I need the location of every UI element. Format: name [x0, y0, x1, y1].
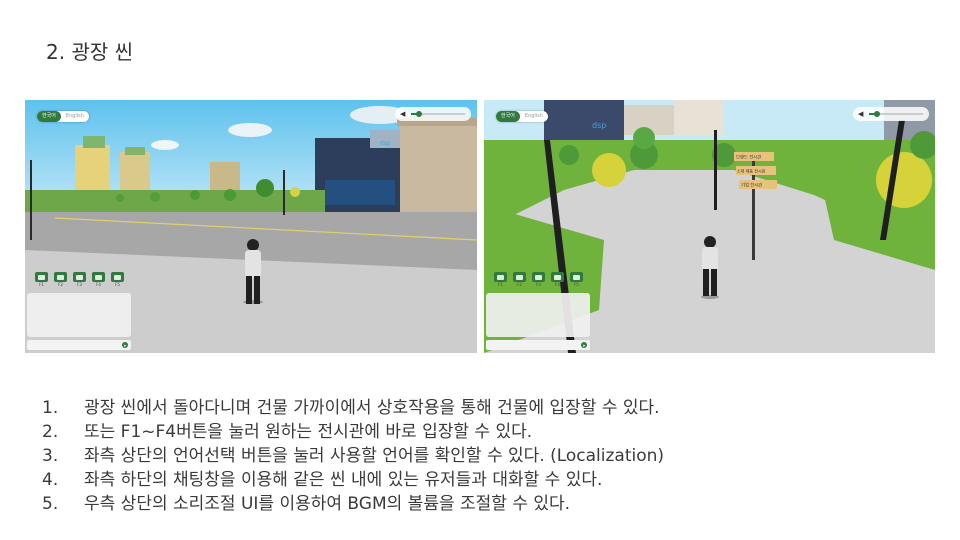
- dsp-sign: dsp: [380, 140, 391, 147]
- chat-log[interactable]: [486, 293, 590, 337]
- list-item: 2. 또는 F1~F4버튼을 눌러 원하는 전시관에 바로 입장할 수 있다.: [42, 422, 533, 442]
- building-icon: [513, 272, 526, 282]
- language-option-korean[interactable]: 한국어: [37, 111, 61, 122]
- language-selector[interactable]: 한국어 English: [37, 111, 89, 122]
- list-item: 5. 우측 상단의 소리조절 UI를 이용하여 BGM의 볼륨을 조절할 수 있다…: [42, 494, 571, 514]
- building-icon: [551, 272, 564, 282]
- send-icon[interactable]: ➤: [122, 342, 128, 348]
- volume-slider[interactable]: [869, 111, 923, 117]
- send-icon[interactable]: ➤: [581, 342, 587, 348]
- speaker-icon: ◀: [400, 110, 406, 118]
- hall-shortcut-bar: F1 F2 F3 F4 F5: [35, 272, 124, 287]
- f2-button[interactable]: F2: [513, 272, 526, 287]
- f5-button[interactable]: F5: [570, 272, 583, 287]
- volume-knob[interactable]: [874, 111, 881, 117]
- volume-slider[interactable]: [411, 111, 465, 117]
- language-option-english[interactable]: English: [61, 111, 89, 122]
- hall-shortcut-bar: F1 F2 F3 F4 F5: [494, 272, 583, 287]
- f4-button[interactable]: F4: [92, 272, 105, 287]
- f1-button[interactable]: F1: [35, 272, 48, 287]
- f3-button[interactable]: F3: [73, 272, 86, 287]
- sound-control[interactable]: ◀: [395, 107, 471, 121]
- building-icon: [35, 272, 48, 282]
- plaza-screenshot-left: dsp 한국어 English ◀ F1 F2 F3 F4 F5 ➤: [25, 100, 477, 353]
- list-item: 3. 좌측 상단의 언어선택 버튼을 눌러 사용할 언어를 확인할 수 있다. (…: [42, 446, 665, 466]
- language-option-english[interactable]: English: [520, 111, 548, 122]
- feature-list: 1. 광장 씬에서 돌아다니며 건물 가까이에서 상호작용을 통해 건물에 입장할…: [42, 396, 664, 516]
- signpost-label: 브랜드 전시관: [736, 154, 761, 161]
- language-selector[interactable]: 한국어 English: [496, 111, 548, 122]
- sound-control[interactable]: ◀: [853, 107, 929, 121]
- f5-button[interactable]: F5: [111, 272, 124, 287]
- language-option-korean[interactable]: 한국어: [496, 111, 520, 122]
- building-icon: [494, 272, 507, 282]
- plaza-screenshot-right: dsp 브랜드 전시관 소재 제품 전시관 기업 전시관 한국어 English…: [484, 100, 935, 353]
- building-icon: [54, 272, 67, 282]
- building-icon: [570, 272, 583, 282]
- chat-input[interactable]: ➤: [27, 340, 131, 350]
- volume-knob[interactable]: [416, 111, 423, 117]
- building-icon: [532, 272, 545, 282]
- slide-title: 2. 광장 씬: [46, 40, 133, 64]
- building-icon: [111, 272, 124, 282]
- f2-button[interactable]: F2: [54, 272, 67, 287]
- f3-button[interactable]: F3: [532, 272, 545, 287]
- chat-log[interactable]: [27, 293, 131, 337]
- speaker-icon: ◀: [858, 110, 864, 118]
- dsp-sign-right: dsp: [592, 121, 606, 130]
- chat-input[interactable]: ➤: [486, 340, 590, 350]
- list-item: 1. 광장 씬에서 돌아다니며 건물 가까이에서 상호작용을 통해 건물에 입장할…: [42, 398, 660, 418]
- building-icon: [73, 272, 86, 282]
- list-item: 4. 좌측 하단의 채팅창을 이용해 같은 씬 내에 있는 유저들과 대화할 수 …: [42, 470, 603, 490]
- signpost-label: 기업 전시관: [741, 182, 762, 189]
- f1-button[interactable]: F1: [494, 272, 507, 287]
- building-icon: [92, 272, 105, 282]
- signpost-label: 소재 제품 전시관: [737, 168, 766, 174]
- f4-button[interactable]: F4: [551, 272, 564, 287]
